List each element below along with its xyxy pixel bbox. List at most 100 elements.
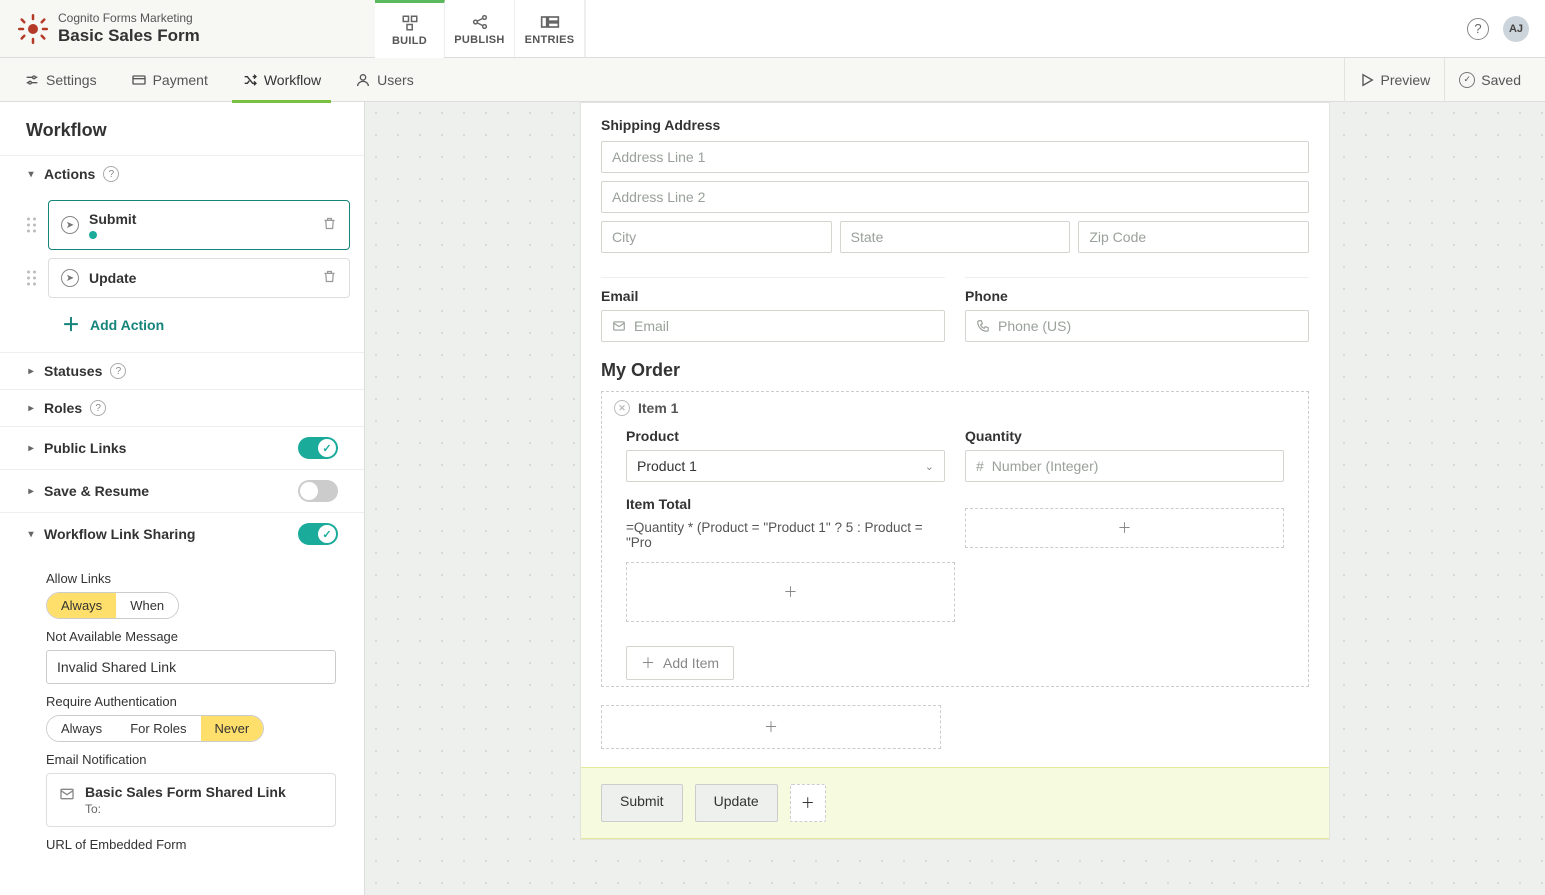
status-dot [89, 231, 97, 239]
phone-icon [976, 319, 990, 333]
address2-input[interactable]: Address Line 2 [601, 181, 1309, 213]
subnav-settings[interactable]: Settings [10, 58, 111, 102]
form-name: Basic Sales Form [58, 26, 200, 46]
mail-icon [612, 319, 626, 333]
subnav-users[interactable]: Users [341, 58, 428, 102]
save-resume-toggle[interactable] [298, 480, 338, 502]
add-field-placeholder[interactable]: ＋ [601, 705, 941, 749]
url-label: URL of Embedded Form [46, 837, 364, 852]
sub-nav: Settings Payment Workflow Users Preview … [0, 58, 1545, 102]
item-label: Item 1 [638, 400, 678, 416]
form-canvas[interactable]: Shipping Address Address Line 1 Address … [365, 102, 1545, 895]
action-title: Submit [89, 211, 322, 227]
city-input[interactable]: City [601, 221, 832, 253]
quantity-input[interactable]: # Number (Integer) [965, 450, 1284, 482]
chevron-right-icon: ▸ [26, 403, 36, 414]
pill-auth-never[interactable]: Never [201, 716, 264, 741]
not-avail-label: Not Available Message [46, 629, 364, 644]
add-button-button[interactable]: ＋ [790, 784, 826, 822]
checkmark-icon: ✓ [1459, 72, 1475, 88]
panel-actions: ▾ Actions ? ➤ Submit ➤ [0, 156, 364, 353]
item-total-formula[interactable]: =Quantity * (Product = "Product 1" ? 5 :… [626, 520, 945, 550]
form-submit-button[interactable]: Submit [601, 784, 683, 822]
topnav-publish[interactable]: PUBLISH [445, 0, 515, 57]
subnav-payment[interactable]: Payment [117, 58, 222, 102]
top-bar: Cognito Forms Marketing Basic Sales Form… [0, 0, 1545, 58]
email-label: Email [601, 288, 945, 304]
play-icon [1359, 72, 1375, 88]
add-field-placeholder[interactable]: ＋ [965, 508, 1284, 548]
panel-public-links-head[interactable]: ▸ Public Links [0, 427, 364, 469]
app-logo-icon [18, 14, 48, 44]
panel-save-resume-head[interactable]: ▸ Save & Resume [0, 470, 364, 512]
drag-handle-icon[interactable] [27, 218, 41, 233]
submit-bar: Submit Update ＋ [581, 767, 1329, 839]
repeating-section[interactable]: ✕ Item 1 Product Product 1 ⌄ Qua [601, 391, 1309, 687]
zip-input[interactable]: Zip Code [1078, 221, 1309, 253]
share-icon [471, 12, 489, 32]
action-card-update[interactable]: ➤ Update [48, 258, 350, 298]
product-select[interactable]: Product 1 ⌄ [626, 450, 945, 482]
link-sharing-toggle[interactable] [298, 523, 338, 545]
panel-actions-head[interactable]: ▾ Actions ? [0, 156, 364, 192]
phone-input[interactable]: Phone (US) [965, 310, 1309, 342]
user-icon [355, 72, 371, 88]
action-icon: ➤ [61, 216, 79, 234]
add-item-button[interactable]: ＋ Add Item [626, 646, 734, 680]
pill-when[interactable]: When [116, 593, 178, 618]
build-icon [401, 13, 419, 33]
add-field-placeholder[interactable]: ＋ [626, 562, 955, 622]
not-avail-input[interactable] [46, 650, 336, 684]
item-total-label: Item Total [626, 496, 945, 512]
help-icon[interactable]: ? [90, 400, 106, 416]
top-nav: BUILD PUBLISH ENTRIES [375, 0, 585, 57]
add-action-button[interactable]: ＋ Add Action [26, 306, 350, 338]
chevron-right-icon: ▸ [26, 366, 36, 377]
action-icon: ➤ [61, 269, 79, 287]
chevron-down-icon: ⌄ [925, 460, 934, 473]
public-links-toggle[interactable] [298, 437, 338, 459]
workflow-sidebar: Workflow ▾ Actions ? ➤ Submit [0, 102, 365, 895]
shuffle-icon [242, 72, 258, 88]
brand-area: Cognito Forms Marketing Basic Sales Form [0, 0, 375, 57]
state-input[interactable]: State [840, 221, 1071, 253]
product-label: Product [626, 428, 945, 444]
email-notif-title: Basic Sales Form Shared Link [85, 784, 286, 800]
shipping-heading: Shipping Address [601, 117, 1309, 133]
panel-statuses-head[interactable]: ▸ Statuses ? [0, 353, 364, 389]
hash-icon: # [976, 458, 984, 474]
email-notif-card[interactable]: Basic Sales Form Shared Link To: [46, 773, 336, 827]
saved-indicator: ✓ Saved [1444, 58, 1535, 102]
plus-icon: ＋ [62, 316, 80, 334]
req-auth-pills: Always For Roles Never [46, 715, 264, 742]
remove-item-icon[interactable]: ✕ [614, 400, 630, 416]
allow-links-pills: Always When [46, 592, 179, 619]
panel-roles-head[interactable]: ▸ Roles ? [0, 390, 364, 426]
panel-link-sharing-head[interactable]: ▾ Workflow Link Sharing [0, 513, 364, 555]
drag-handle-icon[interactable] [27, 271, 41, 286]
delete-icon[interactable] [322, 269, 337, 287]
delete-icon[interactable] [322, 216, 337, 234]
plus-icon: ＋ [764, 717, 778, 737]
preview-button[interactable]: Preview [1344, 58, 1445, 102]
user-avatar[interactable]: AJ [1503, 16, 1529, 42]
subnav-workflow[interactable]: Workflow [228, 58, 335, 102]
pill-auth-roles[interactable]: For Roles [116, 716, 200, 741]
address1-input[interactable]: Address Line 1 [601, 141, 1309, 173]
topnav-entries[interactable]: ENTRIES [515, 0, 585, 57]
action-card-submit[interactable]: ➤ Submit [48, 200, 350, 250]
pill-auth-always[interactable]: Always [47, 716, 116, 741]
email-input[interactable]: Email [601, 310, 945, 342]
help-icon[interactable]: ? [103, 166, 119, 182]
sliders-icon [24, 72, 40, 88]
action-title: Update [89, 270, 322, 286]
topnav-build[interactable]: BUILD [375, 0, 445, 57]
pill-always[interactable]: Always [47, 593, 116, 618]
form-update-button[interactable]: Update [695, 784, 778, 822]
help-icon[interactable]: ? [1467, 18, 1489, 40]
help-icon[interactable]: ? [110, 363, 126, 379]
plus-icon: ＋ [641, 653, 655, 673]
org-name: Cognito Forms Marketing [58, 12, 200, 26]
chevron-right-icon: ▸ [26, 443, 36, 454]
entries-icon [540, 12, 560, 32]
